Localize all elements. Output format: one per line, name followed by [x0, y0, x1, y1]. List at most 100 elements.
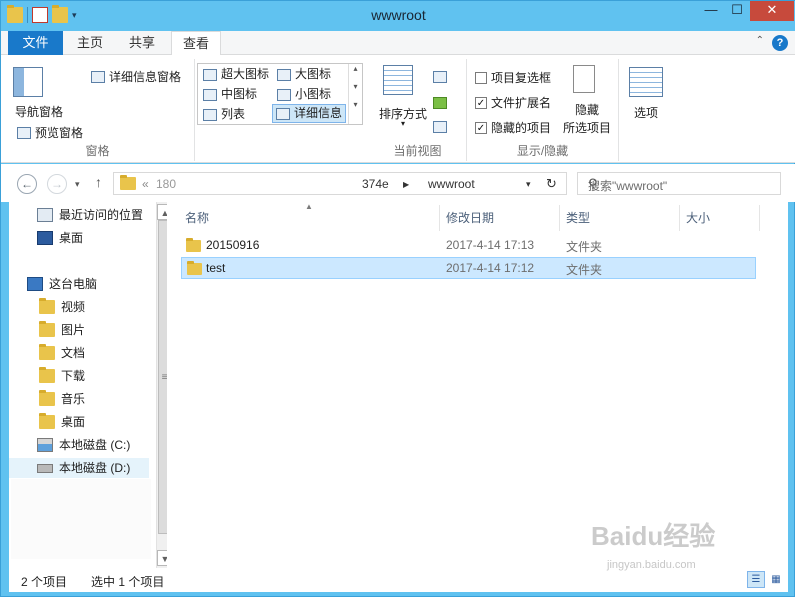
item-checkboxes-toggle[interactable]: 项目复选框: [475, 69, 551, 86]
column-header-name[interactable]: 名称: [179, 205, 440, 231]
panes-group-label: 窗格: [85, 144, 110, 158]
nav-item-desktop-favorite[interactable]: 桌面: [37, 228, 83, 248]
close-button[interactable]: ✕: [750, 1, 794, 21]
navigation-pane-label: 导航窗格: [15, 105, 64, 119]
size-columns-icon[interactable]: [433, 121, 447, 133]
item-count: 2 个项目: [21, 575, 68, 589]
desktop-icon: [37, 231, 53, 245]
large-icons-view-icon[interactable]: ▦: [767, 571, 785, 588]
preview-pane-icon: [17, 126, 31, 139]
search-icon[interactable]: ⚲: [588, 176, 774, 192]
file-row[interactable]: 20150916 2017-4-14 17:13 文件夹: [181, 235, 756, 257]
folder-icon: [120, 175, 136, 190]
extra-large-icons-option[interactable]: 超大图标: [200, 65, 269, 84]
large-icons-icon: [277, 68, 291, 81]
forward-button[interactable]: →: [47, 174, 67, 194]
breadcrumb-segment[interactable]: 180: [156, 177, 176, 191]
nav-item-label: 下载: [61, 369, 86, 383]
sort-by-icon[interactable]: [383, 65, 413, 95]
large-icons-option[interactable]: 大图标: [274, 65, 331, 84]
system-drive-icon: [37, 438, 53, 452]
navigation-pane-button[interactable]: 导航窗格: [15, 103, 63, 120]
options-icon[interactable]: [629, 67, 663, 97]
help-icon[interactable]: ?: [772, 35, 788, 51]
file-extensions-checkbox[interactable]: ✓: [475, 96, 487, 109]
nav-item-drive-c[interactable]: 本地磁盘 (C:): [37, 435, 130, 455]
hidden-items-toggle[interactable]: ✓ 隐藏的项目: [475, 119, 551, 136]
details-pane-icon: [91, 70, 105, 83]
small-icons-option[interactable]: 小图标: [274, 85, 331, 104]
column-header-size[interactable]: 大小: [680, 205, 760, 231]
nav-item-label: 音乐: [61, 392, 86, 406]
options-button[interactable]: 选项: [619, 104, 673, 121]
nav-item-drive-d[interactable]: 本地磁盘 (D:): [9, 458, 149, 478]
details-option[interactable]: 详细信息: [272, 104, 346, 123]
watermark-logo: Baidu经验: [591, 521, 716, 551]
pictures-folder-icon: [39, 321, 55, 337]
hide-selected-icon[interactable]: [573, 65, 595, 93]
nav-item-label: 桌面: [61, 415, 86, 429]
breadcrumb-current[interactable]: wwwroot: [428, 177, 475, 191]
column-header-date[interactable]: 修改日期: [440, 205, 560, 231]
tab-home[interactable]: 主页: [69, 31, 111, 55]
maximize-button[interactable]: ☐: [724, 1, 750, 21]
list-label: 列表: [221, 107, 246, 121]
overflow-chevron-icon[interactable]: «: [142, 177, 149, 191]
address-history-icon[interactable]: ▾: [526, 179, 531, 190]
refresh-icon[interactable]: ↻: [546, 176, 557, 192]
hide-selected-label-1: 隐藏: [574, 103, 599, 117]
hidden-items-checkbox[interactable]: ✓: [475, 121, 487, 134]
address-bar[interactable]: « 180 374e ▶ wwwroot ▾ ↻: [113, 172, 567, 195]
nav-item-label: 文档: [61, 346, 86, 360]
nav-item-desktop[interactable]: 桌面: [39, 412, 85, 432]
nav-item-label: 最近访问的位置: [59, 208, 144, 222]
nav-item-music[interactable]: 音乐: [39, 389, 85, 409]
list-option[interactable]: 列表: [200, 105, 245, 124]
layout-gallery-scroll[interactable]: ▴ ▾ ▾: [348, 64, 362, 124]
up-button[interactable]: ↑: [95, 174, 102, 190]
nav-item-this-pc[interactable]: 这台电脑: [27, 274, 97, 294]
layout-gallery: 超大图标 大图标 中图标 小图标 列表 详细信息 ▴ ▾ ▾: [197, 63, 363, 125]
collapse-ribbon-icon[interactable]: ⌃: [756, 35, 764, 46]
current-view-group: 排序方式 ▾ 当前视图: [369, 59, 467, 161]
minimize-button[interactable]: —: [698, 1, 724, 21]
extra-large-icons-label: 超大图标: [221, 67, 270, 81]
hide-selected-button[interactable]: 隐藏 所选项目: [561, 101, 613, 137]
details-label: 详细信息: [294, 106, 343, 120]
medium-icons-option[interactable]: 中图标: [200, 85, 257, 104]
navigation-pane-icon[interactable]: [13, 67, 43, 97]
column-header-type[interactable]: 类型: [560, 205, 680, 231]
details-pane-button[interactable]: 详细信息窗格: [91, 68, 181, 85]
panes-group: 导航窗格 预览窗格 详细信息窗格 窗格: [1, 59, 195, 161]
add-columns-icon[interactable]: [433, 97, 447, 109]
nav-item-label: 这台电脑: [49, 277, 98, 291]
nav-item-pictures[interactable]: 图片: [39, 320, 85, 340]
details-view-icon[interactable]: ☰: [747, 571, 765, 588]
preview-pane-button[interactable]: 预览窗格: [17, 124, 83, 141]
sort-by-dropdown-icon[interactable]: ▾: [401, 119, 405, 128]
nav-item-videos[interactable]: 视频: [39, 297, 85, 317]
small-icons-label: 小图标: [295, 87, 332, 101]
window-title: wwwroot: [371, 7, 426, 23]
file-extensions-toggle[interactable]: ✓ 文件扩展名: [475, 94, 551, 111]
file-list: ▲ 名称 修改日期 类型 大小 20150916 2017-4-14 17:13…: [167, 202, 788, 568]
show-hide-group: 项目复选框 ✓ 文件扩展名 ✓ 隐藏的项目 隐藏 所选项目 显示/隐藏: [467, 59, 619, 161]
back-button[interactable]: ←: [17, 174, 37, 194]
breadcrumb-segment[interactable]: 374e: [362, 177, 389, 191]
videos-folder-icon: [39, 298, 55, 314]
item-checkboxes-checkbox[interactable]: [475, 71, 487, 84]
tab-file[interactable]: 文件: [8, 31, 63, 55]
group-by-icon[interactable]: [433, 71, 447, 83]
nav-item-label: 桌面: [59, 231, 84, 245]
nav-item-recent[interactable]: 最近访问的位置: [37, 205, 143, 225]
breadcrumb-separator-icon[interactable]: ▶: [403, 180, 409, 189]
tab-view[interactable]: 查看: [171, 31, 221, 56]
recent-locations-icon[interactable]: ▾: [75, 179, 80, 190]
nav-item-documents[interactable]: 文档: [39, 343, 85, 363]
file-row-selected[interactable]: test 2017-4-14 17:12 文件夹: [181, 257, 756, 279]
search-box[interactable]: 搜索"wwwroot" ⚲: [577, 172, 781, 195]
nav-item-downloads[interactable]: 下载: [39, 366, 85, 386]
explorer-window: ▾ wwwroot — ☐ ✕ 文件 主页 共享 查看 ⌃ ? 导航窗格 预览窗…: [0, 0, 795, 597]
small-icons-icon: [277, 88, 291, 101]
tab-share[interactable]: 共享: [121, 31, 163, 55]
